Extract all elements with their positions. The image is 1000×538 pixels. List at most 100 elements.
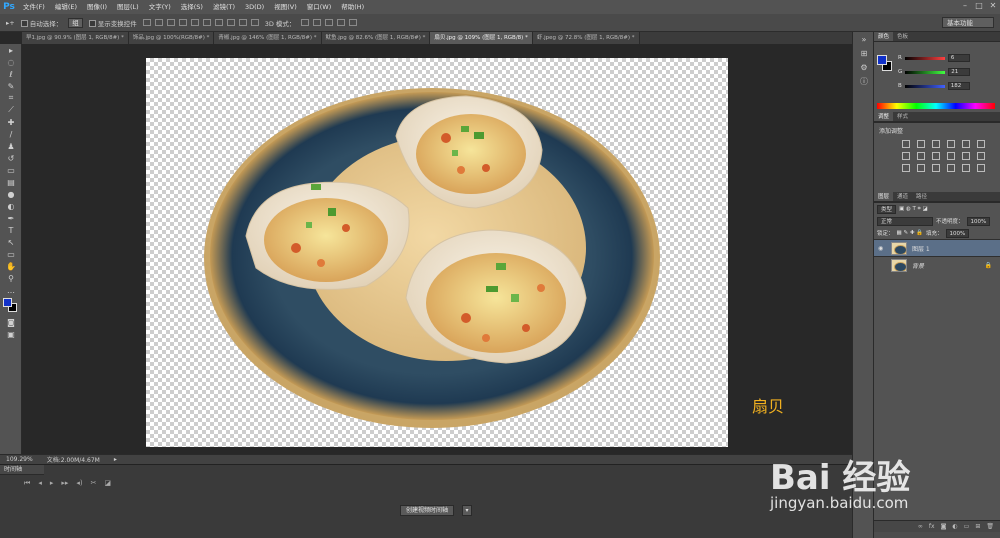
- properties-icon[interactable]: ⚙: [853, 60, 875, 74]
- document-tab[interactable]: 饰品.jpg @ 100%(RGB/8#) *: [128, 32, 215, 44]
- split-icon[interactable]: ✂: [91, 479, 97, 488]
- lasso-tool-icon[interactable]: ℓ: [0, 68, 22, 80]
- invert-icon[interactable]: [902, 164, 910, 172]
- prev-frame-icon[interactable]: ◂: [38, 479, 42, 488]
- create-video-timeline-button[interactable]: 创建视频时间轴: [400, 505, 455, 516]
- align-middle-icon[interactable]: [154, 19, 163, 26]
- foreground-color-swatch[interactable]: [3, 298, 12, 307]
- menu-item[interactable]: 编辑(E): [50, 0, 82, 14]
- mask-icon[interactable]: ◙: [941, 523, 947, 530]
- brightness-icon[interactable]: [902, 140, 910, 148]
- black-white-icon[interactable]: [932, 152, 940, 160]
- panel-tab[interactable]: 路径: [912, 192, 931, 201]
- crop-tool-icon[interactable]: ⌗: [0, 92, 22, 104]
- gradient-map-icon[interactable]: [947, 164, 955, 172]
- slider-value-input[interactable]: 21: [948, 68, 971, 76]
- edit-toolbar-icon[interactable]: …: [0, 284, 22, 296]
- posterize-icon[interactable]: [917, 164, 925, 172]
- shape-tool-icon[interactable]: ▭: [0, 248, 22, 260]
- workspace-dropdown[interactable]: 基本功能: [942, 17, 994, 28]
- move-tool-icon[interactable]: ▸+: [6, 19, 15, 27]
- color-spectrum[interactable]: [877, 103, 995, 109]
- dodge-tool-icon[interactable]: ◐: [0, 200, 22, 212]
- threshold-icon[interactable]: [932, 164, 940, 172]
- play-icon[interactable]: ▸: [50, 479, 54, 488]
- hand-tool-icon[interactable]: ✋: [0, 260, 22, 272]
- exposure-icon[interactable]: [947, 140, 955, 148]
- document-tab[interactable]: 青椒.jpg @ 146% (图层 1, RGB/8#) *: [214, 32, 322, 44]
- filter-icons[interactable]: ▣ ◍ T ⌗ ◪: [899, 206, 928, 213]
- document-tab[interactable]: 鱿鱼.jpg @ 82.6% (图层 1, RGB/8#) *: [321, 32, 431, 44]
- timeline-tab[interactable]: 时间轴: [0, 465, 44, 475]
- menu-item[interactable]: 窗口(W): [302, 0, 337, 14]
- stamp-tool-icon[interactable]: ♟: [0, 140, 22, 152]
- panel-tab[interactable]: 色板: [893, 32, 912, 41]
- 3d-roll-icon[interactable]: [313, 19, 322, 26]
- align-top-icon[interactable]: [142, 19, 151, 26]
- photo-filter-icon[interactable]: [947, 152, 955, 160]
- history-icon[interactable]: ⊞: [853, 46, 875, 60]
- timeline-mode-dropdown-icon[interactable]: ▾: [462, 505, 472, 516]
- slider-value-input[interactable]: 182: [947, 82, 970, 90]
- panel-tab[interactable]: 样式: [893, 112, 912, 121]
- transition-icon[interactable]: ◪: [105, 479, 112, 488]
- align-center-icon[interactable]: [190, 19, 199, 26]
- 3d-scale-icon[interactable]: [349, 19, 358, 26]
- pen-tool-icon[interactable]: ✒: [0, 212, 22, 224]
- color-slider[interactable]: [904, 56, 945, 60]
- menu-item[interactable]: 视图(V): [269, 0, 302, 14]
- blur-tool-icon[interactable]: ●: [0, 188, 22, 200]
- slider-value-input[interactable]: 6: [947, 54, 970, 62]
- hue-icon[interactable]: [902, 152, 910, 160]
- link-layers-icon[interactable]: ∞: [918, 523, 923, 530]
- align-bottom-icon[interactable]: [166, 19, 175, 26]
- panel-tab[interactable]: 图层: [874, 192, 894, 201]
- first-frame-icon[interactable]: ⏮: [24, 479, 30, 488]
- distribute-top-icon[interactable]: [214, 19, 223, 26]
- filler2-icon[interactable]: [977, 164, 985, 172]
- collapse-icon[interactable]: »: [853, 32, 875, 46]
- menu-item[interactable]: 文件(F): [18, 0, 50, 14]
- foreground-color-swatch[interactable]: [877, 55, 887, 65]
- align-right-icon[interactable]: [202, 19, 211, 26]
- blend-mode-dropdown[interactable]: 正常: [877, 216, 933, 226]
- maximize-icon[interactable]: □: [972, 0, 986, 12]
- menu-item[interactable]: 帮助(H): [336, 0, 369, 14]
- screen-mode-icon[interactable]: ▣: [0, 328, 22, 340]
- layer-row-background[interactable]: 背景 🔒: [874, 256, 1000, 273]
- align-left-icon[interactable]: [178, 19, 187, 26]
- lookup-icon[interactable]: [977, 152, 985, 160]
- 3d-rotate-icon[interactable]: [301, 19, 310, 26]
- eraser-tool-icon[interactable]: ▭: [0, 164, 22, 176]
- brush-tool-icon[interactable]: /: [0, 128, 22, 140]
- fx-icon[interactable]: fx: [929, 523, 935, 530]
- distribute-middle-icon[interactable]: [226, 19, 235, 26]
- channel-mixer-icon[interactable]: [962, 152, 970, 160]
- opacity-input[interactable]: 100%: [966, 216, 991, 226]
- info-icon[interactable]: ⓘ: [853, 74, 875, 88]
- levels-icon[interactable]: [917, 140, 925, 148]
- layer-row-1[interactable]: ◉ 图层 1: [874, 239, 1000, 256]
- color-slider[interactable]: [905, 70, 946, 74]
- layer-name[interactable]: 图层 1: [912, 244, 1000, 253]
- adjustment-layer-icon[interactable]: ◐: [952, 523, 957, 530]
- eye-icon[interactable]: ◉: [878, 245, 886, 252]
- minimize-icon[interactable]: –: [958, 0, 972, 12]
- document-canvas[interactable]: [146, 58, 728, 447]
- 3d-pan-icon[interactable]: [325, 19, 334, 26]
- marquee-tool-icon[interactable]: ◌: [0, 56, 22, 68]
- audio-icon[interactable]: ◂): [76, 479, 82, 488]
- menu-item[interactable]: 图层(L): [112, 0, 144, 14]
- eyedropper-tool-icon[interactable]: ⟋: [0, 104, 22, 116]
- distribute-bottom-icon[interactable]: [238, 19, 247, 26]
- healing-tool-icon[interactable]: ✚: [0, 116, 22, 128]
- history-brush-tool-icon[interactable]: ↺: [0, 152, 22, 164]
- document-tab[interactable]: 早1.jpg @ 90.9% (图层 1, RGB/8#) *: [22, 32, 129, 44]
- panel-tab[interactable]: 调整: [874, 112, 894, 121]
- quick-select-tool-icon[interactable]: ✎: [0, 80, 22, 92]
- menu-item[interactable]: 滤镜(T): [208, 0, 240, 14]
- group-icon[interactable]: ▭: [964, 523, 970, 530]
- path-select-tool-icon[interactable]: ↖: [0, 236, 22, 248]
- quick-mask-icon[interactable]: ◙: [0, 316, 22, 328]
- zoom-level[interactable]: 109.29%: [6, 456, 33, 463]
